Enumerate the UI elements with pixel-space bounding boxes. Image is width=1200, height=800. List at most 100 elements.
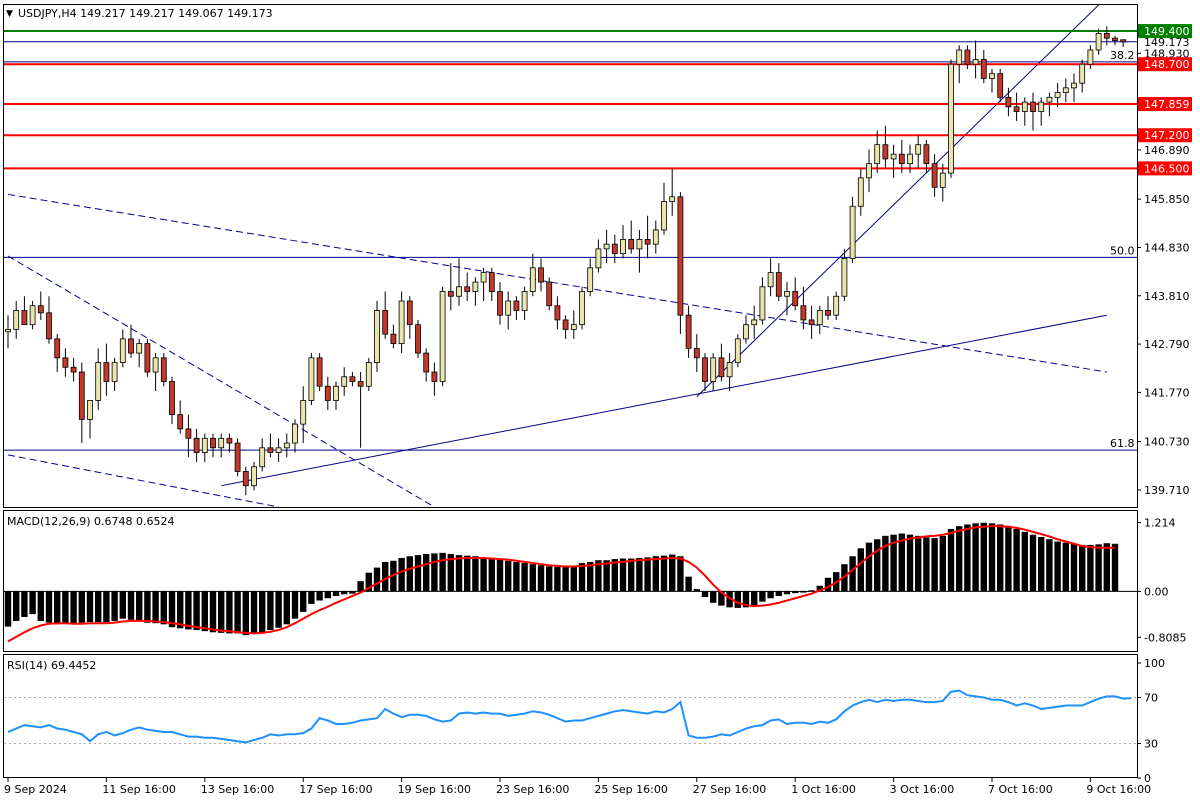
time-tick-label: 25 Sep 16:00 bbox=[594, 783, 667, 796]
macd-bar bbox=[628, 558, 635, 592]
macd-bar bbox=[1054, 541, 1061, 592]
rsi-line bbox=[7, 689, 1132, 744]
time-tick-label: 11 Sep 16:00 bbox=[102, 783, 175, 796]
candle-body bbox=[702, 357, 708, 382]
macd-bar bbox=[382, 561, 389, 592]
macd-bar bbox=[242, 591, 249, 636]
candle-body bbox=[5, 329, 11, 333]
macd-title: MACD(12,26,9) 0.6748 0.6524 bbox=[7, 515, 175, 528]
macd-bar bbox=[341, 591, 348, 595]
candle-body bbox=[529, 267, 536, 292]
level-tag-label: 147.200 bbox=[1144, 129, 1190, 142]
macd-bar bbox=[1029, 534, 1037, 592]
candle-body bbox=[95, 362, 102, 401]
macd-bar bbox=[931, 538, 938, 592]
candle-body bbox=[825, 310, 831, 316]
macd-bar bbox=[562, 566, 569, 592]
macd-bar bbox=[537, 565, 545, 592]
macd-bar bbox=[13, 591, 20, 621]
candle-body bbox=[447, 291, 454, 297]
candle-body bbox=[1071, 82, 1077, 89]
candle-body bbox=[562, 319, 569, 330]
macd-bar bbox=[283, 591, 290, 625]
time-tick-label: 23 Sep 16:00 bbox=[496, 783, 569, 796]
macd-bar bbox=[316, 591, 323, 601]
macd-bar bbox=[775, 591, 782, 596]
candle-body bbox=[464, 286, 471, 292]
macd-bar bbox=[972, 523, 979, 592]
macd-bar bbox=[849, 556, 856, 592]
rsi-tick-label: 30 bbox=[1144, 738, 1158, 751]
macd-bar bbox=[37, 591, 44, 621]
candle-body bbox=[816, 310, 823, 326]
level-tag-label: 148.700 bbox=[1144, 58, 1190, 71]
macd-bar bbox=[291, 591, 299, 619]
candle-body bbox=[734, 338, 741, 363]
candle-body bbox=[603, 243, 610, 250]
price-pane[interactable] bbox=[3, 4, 1138, 508]
candle-body bbox=[743, 324, 749, 340]
macd-bar bbox=[578, 563, 586, 592]
macd-bar bbox=[857, 548, 864, 592]
macd-bar bbox=[373, 567, 381, 592]
macd-layer bbox=[4, 522, 1137, 643]
macd-bar bbox=[431, 553, 438, 592]
candle-body bbox=[308, 357, 315, 401]
candle-body bbox=[398, 300, 405, 345]
macd-bar bbox=[521, 563, 528, 592]
macd-bar bbox=[570, 565, 577, 592]
macd-bar bbox=[693, 589, 700, 592]
macd-bar bbox=[546, 566, 553, 592]
candle-body bbox=[13, 310, 20, 330]
macd-bar bbox=[947, 529, 955, 592]
macd-bar bbox=[1005, 526, 1012, 592]
macd-bar bbox=[267, 591, 274, 631]
candle-body bbox=[570, 324, 577, 330]
macd-bar bbox=[915, 535, 922, 592]
candle-body bbox=[382, 310, 389, 335]
candle-body bbox=[201, 437, 208, 453]
macd-bar bbox=[464, 555, 471, 592]
candle-body bbox=[587, 267, 594, 292]
candle-body bbox=[423, 352, 430, 373]
candle-body bbox=[521, 291, 528, 311]
macd-bar bbox=[964, 524, 971, 592]
macd-bar bbox=[1070, 543, 1078, 592]
candle-body bbox=[890, 153, 897, 160]
candle-body bbox=[136, 343, 143, 354]
macd-bar bbox=[259, 591, 266, 633]
candle-body bbox=[644, 239, 651, 245]
candle-body bbox=[1120, 39, 1127, 43]
candle-body bbox=[1054, 92, 1061, 98]
price-axis: 139.710 140.730 141.770 142.790 143.810 144.8… bbox=[1137, 47, 1190, 497]
candle-body bbox=[849, 205, 856, 259]
macd-bar bbox=[1103, 543, 1110, 592]
rsi-layer bbox=[4, 689, 1137, 744]
rsi-pane[interactable] bbox=[3, 654, 1138, 778]
chart-canvas[interactable]: 38.2 50.0 61.8 139.710 140.730 141.770 142.79… bbox=[0, 0, 1200, 800]
macd-bar bbox=[357, 581, 364, 592]
candle-body bbox=[857, 177, 864, 207]
macd-bar bbox=[406, 556, 413, 592]
macd-bar bbox=[160, 591, 167, 625]
macd-bar bbox=[792, 591, 799, 594]
candle-body bbox=[21, 310, 28, 326]
candle-body bbox=[1112, 37, 1118, 41]
candle-body bbox=[677, 196, 684, 316]
macd-bar bbox=[62, 591, 69, 624]
candle-body bbox=[808, 319, 815, 326]
candle-body bbox=[1046, 96, 1053, 103]
price-tick-label: 144.830 bbox=[1144, 241, 1190, 254]
candle-body bbox=[1103, 33, 1110, 39]
macd-bar bbox=[783, 591, 791, 595]
candle-body bbox=[833, 295, 840, 316]
macd-bar bbox=[95, 591, 102, 623]
macd-bar bbox=[1013, 529, 1020, 592]
macd-bar bbox=[177, 591, 184, 629]
candle-body bbox=[267, 447, 274, 453]
macd-bar bbox=[398, 557, 405, 592]
macd-bar bbox=[234, 591, 241, 634]
candle-body bbox=[513, 300, 520, 311]
chart-dropdown-icon[interactable]: ▼ bbox=[6, 9, 13, 19]
candle-body bbox=[357, 381, 364, 387]
